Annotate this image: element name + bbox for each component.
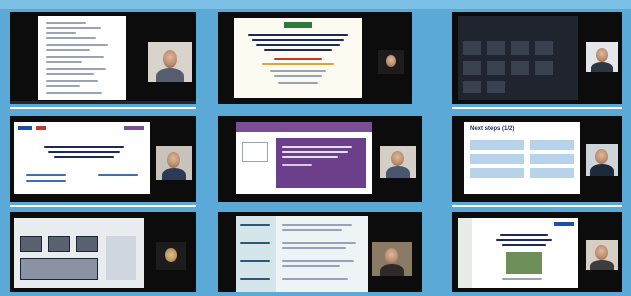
shared-slide [14, 122, 150, 194]
shared-slide [236, 216, 368, 292]
divider [452, 205, 622, 207]
video-tile-7[interactable] [10, 212, 196, 292]
shared-slide [14, 218, 144, 288]
participant-camera [586, 42, 618, 72]
video-tile-9[interactable] [452, 212, 622, 292]
participant-camera [156, 146, 192, 180]
participant-camera [372, 242, 412, 276]
participant-camera [378, 50, 404, 74]
participant-camera [380, 146, 416, 178]
video-tile-4[interactable] [10, 116, 196, 202]
video-tile-5[interactable] [218, 116, 422, 202]
participant-camera [586, 240, 618, 270]
participant-camera [156, 242, 186, 270]
video-tile-6[interactable]: Next steps (1/2) [452, 116, 622, 202]
video-tile-1[interactable] [10, 12, 196, 104]
shared-slide [236, 122, 372, 194]
slide-title: Next steps (1/2) [470, 126, 515, 132]
shared-slide [234, 18, 362, 98]
video-tile-3[interactable] [452, 12, 622, 104]
shared-slide [458, 218, 578, 288]
video-tile-2[interactable] [218, 12, 412, 104]
divider [452, 107, 622, 109]
participant-camera [586, 144, 618, 176]
taskbar [10, 101, 196, 104]
divider [10, 107, 196, 109]
gallery-view [458, 16, 578, 100]
shared-document [38, 16, 126, 100]
window-top-bar [0, 0, 631, 9]
shared-slide: Next steps (1/2) [464, 122, 580, 194]
video-tile-8[interactable] [218, 212, 422, 292]
divider [10, 205, 196, 207]
participant-camera [148, 42, 192, 82]
